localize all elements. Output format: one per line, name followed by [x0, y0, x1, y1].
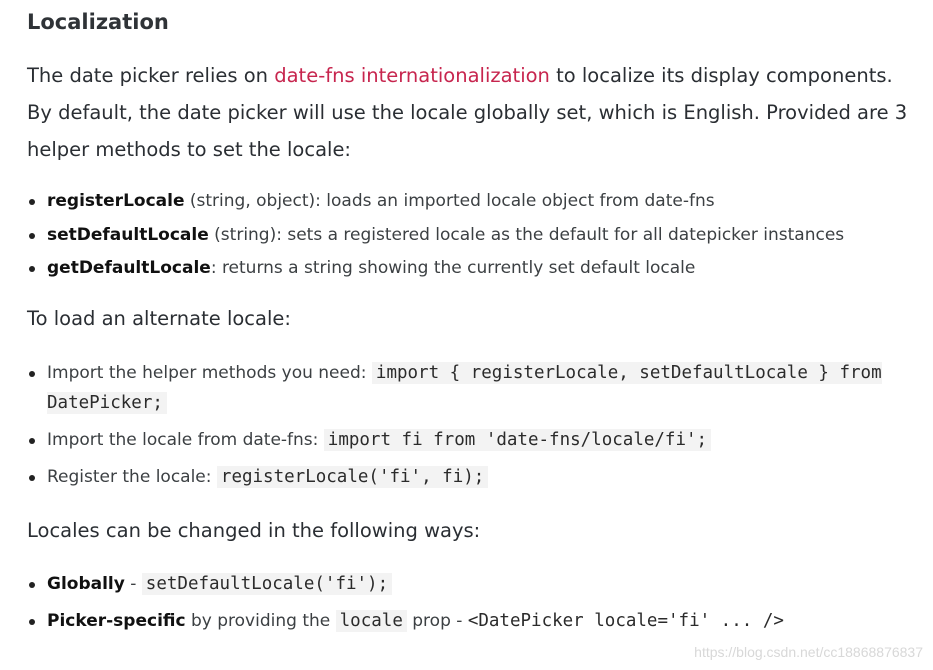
list-item: Globally - setDefaultLocale('fi');: [27, 569, 907, 599]
intro-paragraph: The date picker relies on date-fns inter…: [27, 57, 919, 168]
step-text: Import the locale from date-fns:: [47, 430, 324, 450]
method-description: : returns a string showing the currently…: [210, 258, 696, 278]
way-text: prop -: [406, 611, 468, 631]
list-item: Register the locale: registerLocale('fi'…: [27, 462, 907, 492]
load-locale-heading: To load an alternate locale:: [27, 307, 291, 330]
code-snippet-plain: <DatePicker locale='fi' ... />: [467, 611, 784, 631]
way-text: -: [124, 574, 142, 594]
list-item: registerLocale (string, object): loads a…: [27, 188, 844, 222]
load-steps-list: Import the helper methods you need: impo…: [27, 358, 907, 499]
way-text: by providing the: [185, 611, 336, 631]
way-name: Picker-specific: [47, 611, 186, 631]
code-snippet: registerLocale('fi', fi);: [216, 466, 489, 488]
method-name: registerLocale: [47, 191, 185, 211]
way-name: Globally: [47, 574, 125, 594]
list-item: getDefaultLocale: returns a string showi…: [27, 255, 844, 289]
method-name: setDefaultLocale: [47, 224, 209, 245]
code-snippet: setDefaultLocale('fi');: [141, 573, 393, 595]
list-item: Import the helper methods you need: impo…: [27, 358, 907, 418]
change-locale-heading: Locales can be changed in the following …: [27, 519, 481, 542]
code-snippet: locale: [335, 610, 407, 632]
watermark: https://blog.csdn.net/cc18868876837: [694, 644, 923, 660]
list-item: setDefaultLocale (string): sets a regist…: [27, 222, 844, 256]
list-item: Picker-specific by providing the locale …: [27, 606, 907, 636]
change-ways-list: Globally - setDefaultLocale('fi'); Picke…: [27, 569, 907, 643]
list-item: Import the locale from date-fns: import …: [27, 425, 907, 455]
step-text: Register the locale:: [47, 467, 217, 487]
helper-methods-list: registerLocale (string, object): loads a…: [27, 188, 844, 289]
step-text: Import the helper methods you need:: [47, 363, 372, 383]
intro-text-before-link: The date picker relies on: [27, 64, 275, 87]
section-heading: Localization: [27, 10, 169, 34]
method-description: (string): sets a registered locale as th…: [208, 224, 845, 245]
method-name: getDefaultLocale: [47, 258, 211, 278]
code-snippet: import fi from 'date-fns/locale/fi';: [323, 429, 712, 451]
method-description: (string, object): loads an imported loca…: [184, 191, 715, 211]
date-fns-i18n-link[interactable]: date-fns internationalization: [274, 64, 550, 87]
